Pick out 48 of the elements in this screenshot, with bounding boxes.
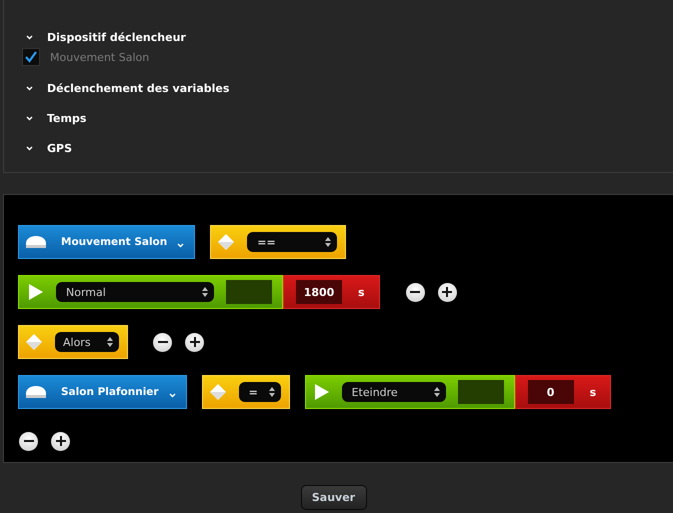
- add-button[interactable]: [438, 282, 457, 302]
- color-field[interactable]: [458, 380, 504, 404]
- action-select[interactable]: Normal: [56, 282, 214, 302]
- chevron-icon[interactable]: [26, 146, 33, 150]
- remove-button[interactable]: [19, 432, 38, 450]
- dome-icon: [25, 385, 47, 399]
- checkbox[interactable]: [22, 48, 40, 66]
- add-button[interactable]: [51, 432, 70, 450]
- section-title[interactable]: Déclenchement des variables: [47, 82, 230, 94]
- minus-icon: [158, 341, 168, 343]
- diamond-icon: [25, 333, 43, 351]
- delay-field[interactable]: 0: [528, 380, 574, 404]
- diamond-icon: [217, 233, 236, 251]
- save-button[interactable]: Sauver: [300, 485, 366, 510]
- chevron-icon[interactable]: [26, 116, 33, 120]
- operator-select[interactable]: Alors: [55, 332, 119, 352]
- add-button[interactable]: [185, 332, 204, 352]
- device-label: Mouvement Salon: [50, 50, 150, 64]
- operator-select[interactable]: ==: [247, 232, 338, 252]
- stepper-icon: [325, 237, 332, 247]
- chevron-icon[interactable]: [26, 34, 33, 40]
- diamond-icon: [208, 383, 227, 401]
- stepper-icon: [268, 387, 275, 397]
- plus-icon: [442, 287, 452, 297]
- device-selector[interactable]: Salon Plafonnier: [18, 375, 187, 409]
- device-selector[interactable]: Mouvement Salon: [18, 225, 196, 259]
- operator-select[interactable]: =: [238, 382, 281, 402]
- section-title[interactable]: Temps: [47, 112, 86, 124]
- unit-label: s: [590, 386, 596, 398]
- dome-icon: [25, 235, 47, 249]
- stepper-icon: [434, 387, 440, 397]
- chevron-icon[interactable]: [26, 86, 33, 90]
- minus-icon: [24, 440, 34, 442]
- action-select[interactable]: Eteindre: [342, 382, 446, 402]
- minus-icon: [410, 291, 420, 293]
- stepper-icon: [202, 287, 208, 297]
- play-icon: [314, 383, 330, 401]
- plus-icon: [190, 337, 200, 347]
- play-icon: [28, 283, 44, 301]
- unit-label: s: [358, 286, 365, 298]
- plus-icon: [56, 436, 66, 446]
- stepper-icon: [107, 337, 113, 347]
- color-field[interactable]: [226, 280, 272, 304]
- remove-button[interactable]: [406, 282, 425, 302]
- section-title[interactable]: GPS: [47, 142, 72, 154]
- delay-field[interactable]: 1800: [296, 280, 342, 304]
- section-title[interactable]: Dispositif déclencheur: [47, 30, 186, 44]
- remove-button[interactable]: [153, 332, 172, 352]
